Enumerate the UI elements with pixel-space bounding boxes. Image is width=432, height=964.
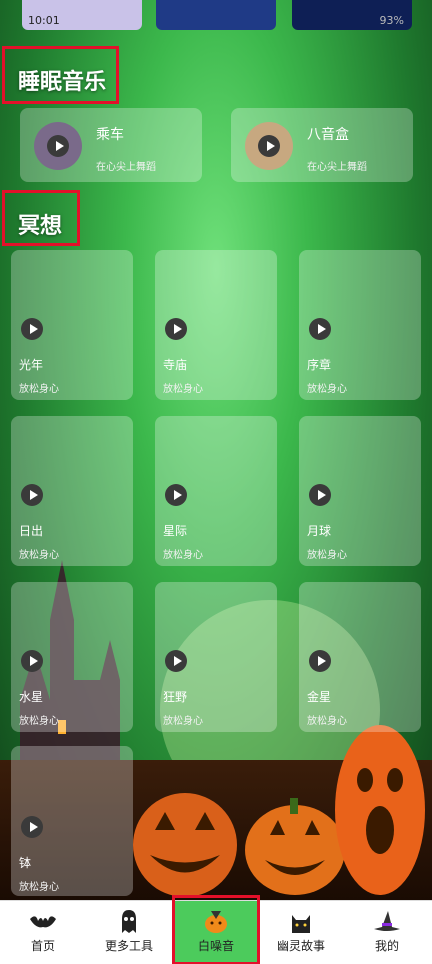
section-title-sleep-music: 睡眠音乐	[18, 70, 107, 95]
track-name: 水星	[19, 690, 44, 704]
thumbnail[interactable]: 93%	[292, 0, 412, 30]
bat-icon	[30, 916, 56, 928]
track-subtitle: 放松身心	[307, 384, 347, 395]
track-subtitle: 放松身心	[163, 384, 203, 395]
cover-image	[34, 122, 82, 170]
tab-more-tools[interactable]: 更多工具	[86, 901, 172, 964]
track-subtitle: 放松身心	[163, 550, 203, 561]
play-icon[interactable]	[165, 318, 187, 340]
play-icon[interactable]	[309, 484, 331, 506]
ghost-icon	[122, 910, 136, 933]
track-name: 狂野	[163, 690, 188, 704]
meditation-card[interactable]: 钵 放松身心	[11, 746, 133, 896]
sleep-music-card[interactable]: 八音盒 在心尖上舞蹈	[231, 108, 413, 182]
witch-hat-icon	[374, 911, 400, 931]
meditation-card[interactable]: 金星 放松身心	[299, 582, 421, 732]
highlight-box	[172, 895, 260, 964]
meditation-card[interactable]: 寺庙 放松身心	[155, 250, 277, 400]
meditation-card[interactable]: 水星 放松身心	[11, 582, 133, 732]
tab-ghost-stories[interactable]: 幽灵故事	[258, 901, 344, 964]
status-time: 10:01	[28, 14, 60, 27]
tab-home[interactable]: 首页	[0, 901, 86, 964]
meditation-card[interactable]: 月球 放松身心	[299, 416, 421, 566]
track-name: 金星	[307, 690, 332, 704]
tab-mine[interactable]: 我的	[344, 901, 430, 964]
meditation-card[interactable]: 序章 放松身心	[299, 250, 421, 400]
cover-image	[245, 122, 293, 170]
track-subtitle: 放松身心	[307, 550, 347, 561]
meditation-card[interactable]: 光年 放松身心	[11, 250, 133, 400]
track-subtitle: 放松身心	[19, 716, 59, 727]
track-subtitle: 放松身心	[19, 550, 59, 561]
play-icon[interactable]	[309, 318, 331, 340]
meditation-card[interactable]: 日出 放松身心	[11, 416, 133, 566]
play-icon[interactable]	[165, 650, 187, 672]
track-subtitle: 放松身心	[19, 882, 59, 893]
sleep-music-card[interactable]: 乘车 在心尖上舞蹈	[20, 108, 202, 182]
thumbnail[interactable]	[156, 0, 276, 30]
track-name: 八音盒	[307, 127, 349, 143]
status-battery: 93%	[379, 14, 404, 27]
track-name: 星际	[163, 524, 188, 538]
play-icon[interactable]	[165, 484, 187, 506]
track-name: 序章	[307, 358, 332, 372]
track-subtitle: 放松身心	[19, 384, 59, 395]
track-name: 月球	[307, 524, 332, 538]
play-icon[interactable]	[309, 650, 331, 672]
section-title-meditation: 冥想	[18, 214, 63, 239]
track-subtitle: 放松身心	[163, 716, 203, 727]
track-name: 寺庙	[163, 358, 188, 372]
top-thumbnail-strip: 10:01 93%	[0, 0, 432, 30]
play-icon[interactable]	[258, 135, 280, 157]
play-icon[interactable]	[21, 650, 43, 672]
play-icon[interactable]	[21, 816, 43, 838]
tab-label: 首页	[30, 939, 55, 953]
thumbnail[interactable]: 10:01	[22, 0, 142, 30]
meditation-card[interactable]: 狂野 放松身心	[155, 582, 277, 732]
meditation-card[interactable]: 星际 放松身心	[155, 416, 277, 566]
tab-label: 我的	[374, 939, 399, 953]
track-name: 日出	[19, 524, 44, 538]
track-name: 钵	[19, 856, 32, 870]
cat-icon	[292, 915, 310, 933]
track-name: 光年	[19, 358, 44, 372]
track-subtitle: 放松身心	[307, 716, 347, 727]
track-subtitle: 在心尖上舞蹈	[96, 162, 156, 173]
play-icon[interactable]	[21, 318, 43, 340]
tab-label: 更多工具	[104, 939, 153, 953]
track-subtitle: 在心尖上舞蹈	[307, 162, 367, 173]
pumpkin-decoration	[133, 793, 237, 897]
tab-label: 幽灵故事	[276, 939, 325, 953]
play-icon[interactable]	[21, 484, 43, 506]
bottom-tab-bar: 首页 更多工具 白噪音 幽灵故事 我的	[0, 895, 432, 964]
track-name: 乘车	[96, 127, 124, 143]
play-icon[interactable]	[47, 135, 69, 157]
